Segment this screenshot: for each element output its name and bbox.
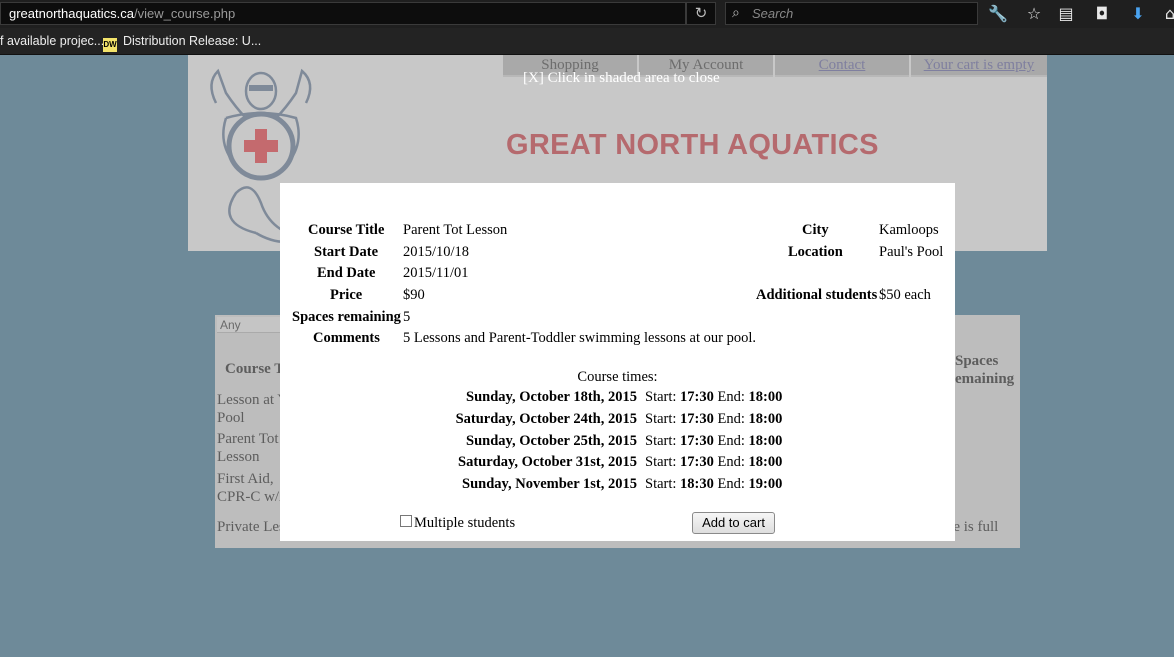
- time-start: 17:30: [680, 454, 714, 470]
- course-time-row: Saturday, October 31st, 2015 Start: 17:30…: [450, 452, 782, 472]
- value-additional-students: $50 each: [879, 287, 931, 303]
- time-end: 19:00: [748, 476, 783, 492]
- time-day: Sunday, October 18th, 2015: [466, 389, 637, 405]
- distrowatch-icon: DW: [103, 38, 117, 52]
- value-location: Paul's Pool: [879, 244, 944, 260]
- course-row-3-cont: CPR-C w/A: [217, 489, 290, 505]
- value-price: $90: [403, 287, 425, 303]
- time-end: 18:00: [748, 454, 783, 470]
- nav-contact[interactable]: Contact: [775, 55, 909, 77]
- time-start: 17:30: [680, 433, 714, 449]
- wrench-icon[interactable]: 🔧: [986, 3, 1010, 25]
- url-bar[interactable]: greatnorthaquatics.ca/view_course.php: [0, 2, 686, 25]
- label-location: Location: [788, 244, 843, 260]
- start-label: Start:: [645, 454, 677, 470]
- course-detail-modal: Course Title Parent Tot Lesson Start Dat…: [280, 183, 955, 541]
- course-time-row: Sunday, November 1st, 2015 Start: 18:30 E…: [450, 474, 782, 494]
- label-price: Price: [330, 287, 363, 303]
- value-comments: 5 Lessons and Parent-Toddler swimming le…: [403, 330, 756, 346]
- reload-icon[interactable]: ↻: [686, 2, 716, 25]
- time-start: 17:30: [680, 411, 714, 427]
- course-row-4[interactable]: Private Les: [217, 518, 285, 536]
- column-header-spaces-2: emaining: [955, 371, 1015, 387]
- label-additional-students: Additional students: [756, 287, 878, 303]
- home-icon[interactable]: ⌂: [1158, 3, 1174, 25]
- end-label: End:: [717, 411, 745, 427]
- bookmarks-bar: f available projec... DW Distribution Rel…: [0, 28, 1174, 55]
- start-label: Start:: [645, 411, 677, 427]
- column-header-spaces: Spaces: [955, 353, 999, 369]
- star-icon[interactable]: ☆: [1022, 3, 1046, 25]
- search-input[interactable]: ⌕ Search: [725, 2, 978, 25]
- time-end: 18:00: [748, 433, 783, 449]
- value-spaces-remaining: 5: [403, 309, 411, 325]
- time-day: Saturday, October 31st, 2015: [458, 454, 637, 470]
- course-row-2-cont: Lesson: [217, 449, 260, 465]
- add-to-cart-button[interactable]: Add to cart: [692, 512, 775, 534]
- time-end: 18:00: [748, 411, 783, 427]
- course-row-1-cont: Pool: [217, 410, 245, 426]
- start-label: Start:: [645, 433, 677, 449]
- search-icon: ⌕: [732, 5, 740, 21]
- label-start-date: Start Date: [314, 244, 379, 260]
- url-path: /view_course.php: [134, 6, 236, 21]
- end-label: End:: [717, 389, 745, 405]
- label-city: City: [802, 222, 829, 238]
- course-time-row: Sunday, October 18th, 2015 Start: 17:30 E…: [450, 387, 782, 407]
- course-row-1[interactable]: Lesson at Y: [217, 391, 288, 409]
- bookmark-label: Distribution Release: U...: [123, 34, 262, 48]
- time-end: 18:00: [748, 389, 783, 405]
- column-header-course: Course T: [225, 361, 285, 377]
- site-title: GREAT NORTH AQUATICS: [506, 129, 879, 161]
- end-label: End:: [717, 433, 745, 449]
- label-spaces-remaining: Spaces remaining: [292, 309, 401, 325]
- value-course-title: Parent Tot Lesson: [403, 222, 508, 238]
- nav-cart[interactable]: Your cart is empty: [911, 55, 1047, 77]
- search-placeholder: Search: [752, 6, 794, 21]
- value-end-date: 2015/11/01: [403, 265, 469, 281]
- reader-icon[interactable]: ▤: [1054, 3, 1078, 25]
- course-row-3[interactable]: First Aid,: [217, 470, 274, 488]
- checkbox-box[interactable]: [400, 515, 412, 527]
- course-time-row: Sunday, October 25th, 2015 Start: 17:30 E…: [450, 431, 782, 451]
- start-label: Start:: [645, 476, 677, 492]
- end-label: End:: [717, 454, 745, 470]
- course-time-row: Saturday, October 24th, 2015 Start: 17:30…: [450, 409, 783, 429]
- download-icon[interactable]: ⬇: [1126, 3, 1150, 25]
- time-start: 17:30: [680, 389, 714, 405]
- value-city: Kamloops: [879, 222, 939, 238]
- bookmark-item[interactable]: DW Distribution Release: U...: [103, 28, 261, 55]
- multiple-students-checkbox[interactable]: Multiple students: [400, 514, 515, 532]
- start-label: Start:: [645, 389, 677, 405]
- time-start: 18:30: [680, 476, 714, 492]
- browser-toolbar: greatnorthaquatics.ca/view_course.php ↻ …: [0, 0, 1174, 28]
- bookmark-item[interactable]: f available projec...: [0, 28, 104, 55]
- course-times-heading: Course times:: [577, 369, 658, 385]
- time-day: Sunday, November 1st, 2015: [462, 476, 637, 492]
- label-course-title: Course Title: [308, 222, 385, 238]
- close-overlay-text[interactable]: [X] Click in shaded area to close: [523, 70, 720, 87]
- label-end-date: End Date: [317, 265, 376, 281]
- pocket-icon[interactable]: ◘: [1090, 3, 1114, 25]
- end-label: End:: [717, 476, 745, 492]
- multiple-students-label: Multiple students: [414, 515, 516, 531]
- course-row-2[interactable]: Parent Tot: [217, 430, 279, 448]
- time-day: Sunday, October 25th, 2015: [466, 433, 637, 449]
- value-start-date: 2015/10/18: [403, 244, 470, 260]
- url-domain: greatnorthaquatics.ca: [9, 6, 135, 21]
- time-day: Saturday, October 24th, 2015: [455, 411, 637, 427]
- label-comments: Comments: [313, 330, 380, 346]
